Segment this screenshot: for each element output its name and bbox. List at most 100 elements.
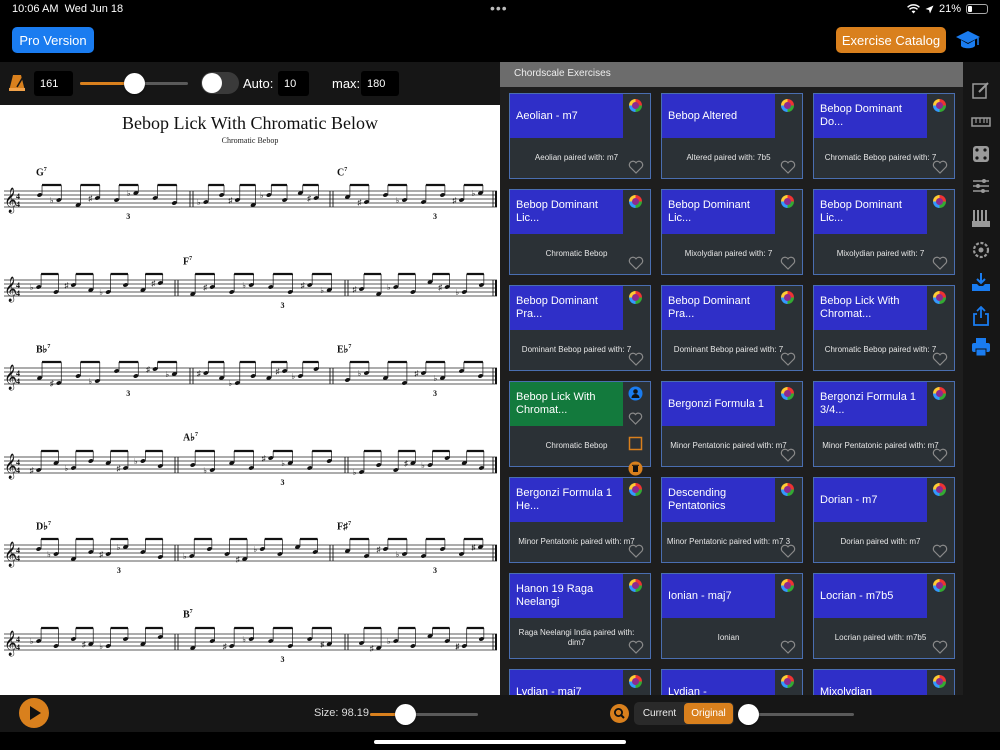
exercise-card[interactable]: Locrian - m7b5 Locrian paired with: m7b5 [813, 573, 955, 659]
favorite-heart-icon[interactable] [780, 160, 796, 174]
edit-icon[interactable] [971, 80, 991, 100]
accidental: ♭ [281, 459, 285, 468]
segment-current[interactable]: Current [635, 703, 684, 724]
time-signature: 4 [16, 554, 20, 563]
size-slider[interactable] [370, 704, 478, 725]
scale-wheel-icon [629, 675, 642, 688]
scale-wheel-icon [629, 483, 642, 496]
exercise-card[interactable]: Bergonzi Formula 1 3/4... Minor Pentatoni… [813, 381, 955, 467]
triplet-mark: 3 [433, 566, 437, 575]
home-indicator[interactable] [374, 740, 626, 744]
exercise-card[interactable]: Bebop Dominant Pra... Dominant Bebop pair… [661, 285, 803, 371]
exercise-card[interactable]: Bebop Lick With Chromat... Chromatic Bebo… [813, 285, 955, 371]
accidental: ♯ [472, 543, 476, 552]
trash-icon[interactable] [628, 461, 643, 476]
exercise-card[interactable]: Bergonzi Formula 1 He... Minor Pentatonic… [509, 477, 651, 563]
accidental: ♯ [228, 196, 232, 205]
tempo-slider[interactable] [80, 73, 188, 94]
exercise-card-description: Chromatic Bebop paired with: 7 [824, 153, 937, 162]
dice-icon[interactable] [971, 144, 991, 164]
exercise-card-title: Ionian - maj7 [662, 574, 775, 618]
favorite-heart-icon[interactable] [932, 448, 948, 462]
auto-toggle[interactable] [201, 72, 239, 94]
scale-wheel-icon [781, 675, 794, 688]
segment-original[interactable]: Original [684, 703, 733, 724]
download-tray-icon[interactable] [971, 272, 991, 292]
exercise-card[interactable]: Dorian - m7 Dorian paired with: m7 [813, 477, 955, 563]
accidental: ♭ [47, 550, 51, 559]
favorite-heart-icon[interactable] [932, 352, 948, 366]
exercise-card[interactable]: Mixolydian [813, 669, 955, 695]
version-segmented-control[interactable]: Current Original [634, 702, 734, 725]
search-icon [614, 708, 625, 719]
play-button[interactable] [19, 698, 49, 728]
instruments-abc-icon[interactable] [971, 208, 991, 228]
exercise-card-description: Dominant Bebop paired with: 7 [673, 345, 784, 354]
print-icon[interactable] [971, 337, 991, 357]
exercise-card-title: Lydian - [662, 670, 775, 695]
favorite-heart-icon[interactable] [628, 352, 644, 366]
favorite-heart-icon[interactable] [780, 640, 796, 654]
sliders-icon[interactable] [971, 176, 991, 196]
exercise-card[interactable]: Bergonzi Formula 1 Minor Pentatonic paire… [661, 381, 803, 467]
sheet-music[interactable]: Bebop Lick With Chromatic Below Chromati… [0, 105, 500, 695]
gear-icon[interactable] [971, 240, 991, 260]
exercise-card[interactable]: Hanon 19 Raga Neelangi Raga Neelangi Indi… [509, 573, 651, 659]
favorite-heart-icon[interactable] [932, 160, 948, 174]
speed-slider[interactable] [738, 704, 854, 725]
accidental: ♯ [353, 285, 357, 294]
tempo-value-field[interactable]: 161 [34, 71, 73, 96]
exercise-card[interactable]: Aeolian - m7 Aeolian paired with: m7 [509, 93, 651, 179]
exercise-card[interactable]: Bebop Altered Altered paired with: 7b5 [661, 93, 803, 179]
exercise-card-title: Bebop Dominant Pra... [662, 286, 775, 330]
exercise-card[interactable]: Bebop Dominant Do... Chromatic Bebop pair… [813, 93, 955, 179]
accidental: ♯ [438, 283, 442, 292]
favorite-heart-icon[interactable] [628, 640, 644, 654]
metronome-icon[interactable] [6, 72, 28, 94]
speed-slider-knob[interactable] [738, 704, 759, 725]
size-slider-knob[interactable] [394, 704, 416, 725]
exercise-card[interactable]: Descending Pentatonics Minor Pentatonic p… [661, 477, 803, 563]
max-value-field[interactable]: 180 [361, 71, 399, 96]
accidental: ♯ [307, 194, 311, 203]
tempo-slider-knob[interactable] [124, 73, 145, 94]
accidental: ♭ [99, 642, 103, 651]
exercise-card[interactable]: Bebop Dominant Lic... Chromatic Bebop [509, 189, 651, 275]
favorite-heart-icon[interactable] [628, 160, 644, 174]
accidental: ♯ [146, 365, 150, 374]
graduation-cap-icon[interactable] [955, 28, 981, 52]
share-icon[interactable] [971, 306, 991, 326]
triplet-mark: 3 [281, 301, 285, 310]
favorite-heart-icon[interactable] [932, 640, 948, 654]
multitask-dots[interactable]: ••• [490, 0, 508, 16]
favorite-heart-icon[interactable] [628, 411, 643, 426]
checkbox-icon[interactable] [628, 436, 643, 451]
exercise-card-description: Locrian paired with: m7b5 [834, 633, 927, 642]
favorite-heart-icon[interactable] [628, 544, 644, 558]
exercise-card[interactable]: Bebop Dominant Pra... Dominant Bebop pair… [509, 285, 651, 371]
favorite-heart-icon[interactable] [780, 352, 796, 366]
exercise-catalog-button[interactable]: Exercise Catalog [836, 27, 946, 53]
exercise-card[interactable]: Bebop Dominant Lic... Mixolydian paired w… [661, 189, 803, 275]
favorite-heart-icon[interactable] [780, 448, 796, 462]
keyboard-icon[interactable] [971, 112, 991, 132]
exercise-card[interactable]: Bebop Dominant Lic... Mixolydian paired w… [813, 189, 955, 275]
scale-wheel-icon [629, 195, 642, 208]
accidental: ♭ [197, 198, 201, 207]
accidental: ♯ [415, 369, 419, 378]
exercise-card[interactable]: Bebop Lick With Chromat... Chromatic Bebo… [509, 381, 651, 476]
search-button[interactable] [610, 704, 629, 723]
exercise-card[interactable]: Lydian - [661, 669, 803, 695]
favorite-heart-icon[interactable] [932, 544, 948, 558]
auto-value-field[interactable]: 10 [278, 71, 309, 96]
pro-version-button[interactable]: Pro Version [12, 27, 94, 53]
favorite-heart-icon[interactable] [780, 256, 796, 270]
user-icon[interactable] [628, 386, 643, 401]
favorite-heart-icon[interactable] [780, 544, 796, 558]
exercise-grid[interactable]: Aeolian - m7 Aeolian paired with: m7 Bebop… [500, 87, 963, 695]
exercise-card[interactable]: Lydian - maj7 [509, 669, 651, 695]
exercise-card[interactable]: Ionian - maj7 Ionian [661, 573, 803, 659]
accidental: ♭ [165, 370, 169, 379]
favorite-heart-icon[interactable] [932, 256, 948, 270]
favorite-heart-icon[interactable] [628, 256, 644, 270]
